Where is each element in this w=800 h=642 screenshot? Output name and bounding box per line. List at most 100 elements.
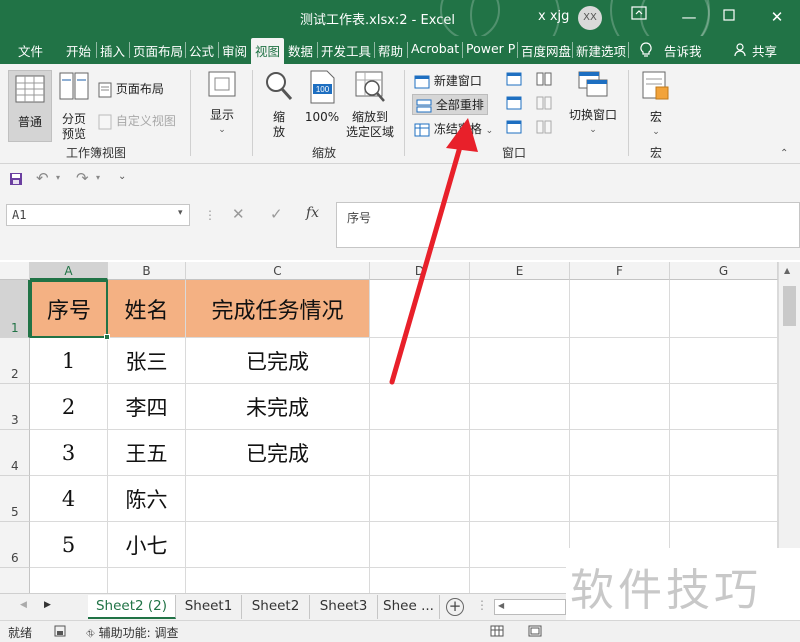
table-cell[interactable]: 李四 (108, 384, 186, 430)
column-header-e[interactable]: E (470, 262, 570, 280)
row-header-3[interactable]: 3 (0, 384, 30, 430)
zoom-to-selection-button[interactable]: 缩放到 选定区域 (342, 70, 398, 142)
table-cell[interactable]: 王五 (108, 430, 186, 476)
switch-windows-button[interactable]: 切换窗口 ⌄ (564, 70, 622, 142)
table-cell[interactable]: 3 (30, 430, 108, 476)
macros-button[interactable]: 宏 ⌄ (636, 70, 676, 142)
tab-view[interactable]: 视图 (251, 38, 285, 64)
scroll-tabs-left-icon[interactable]: ◀ (20, 600, 27, 610)
enter-icon[interactable]: ✓ (270, 205, 283, 223)
customize-qat-icon[interactable]: ⌄ (118, 171, 126, 182)
collapse-ribbon-icon[interactable]: ⌃ (780, 148, 788, 159)
synchronous-scrolling-icon[interactable] (536, 96, 552, 110)
column-header-f[interactable]: F (570, 262, 670, 280)
column-header-b[interactable]: B (108, 262, 186, 280)
table-cell[interactable]: 已完成 (186, 338, 370, 384)
table-cell[interactable]: 未完成 (186, 384, 370, 430)
name-box[interactable]: A1 (6, 204, 190, 226)
name-box-dropdown-icon[interactable]: ▾ (178, 208, 183, 218)
sheet-tab[interactable]: Shee ... (378, 595, 440, 619)
table-cell[interactable]: 1 (30, 338, 108, 384)
tab-baidu-netdisk[interactable]: 百度网盘 (521, 41, 571, 60)
accessibility-status[interactable]: ⛗ 辅助功能: 调查 (86, 624, 179, 641)
tab-acrobat[interactable]: Acrobat (411, 41, 459, 56)
custom-views-button[interactable]: 自定义视图 (98, 112, 176, 130)
row-header-4[interactable]: 4 (0, 430, 30, 476)
sheet-tab[interactable]: Sheet1 (176, 595, 242, 619)
show-button[interactable]: 显示 ⌄ (202, 70, 242, 142)
table-cell[interactable]: 5 (30, 522, 108, 568)
row-header-5[interactable]: 5 (0, 476, 30, 522)
page-break-preview-button[interactable]: 分页 预览 (54, 72, 94, 144)
normal-view-button[interactable]: 普通 (8, 70, 52, 142)
table-cell[interactable]: 2 (30, 384, 108, 430)
insert-function-button[interactable]: fx (306, 205, 319, 221)
reset-window-position-icon[interactable] (536, 120, 552, 134)
view-side-by-side-icon[interactable] (536, 72, 552, 86)
undo-dropdown-icon[interactable]: ▾ (56, 173, 60, 182)
tell-me-box[interactable]: 告诉我 (664, 41, 702, 60)
row-header-2[interactable]: 2 (0, 338, 30, 384)
user-name[interactable]: x xjg (538, 9, 569, 24)
cell-c1[interactable]: 完成任务情况 (186, 280, 370, 338)
new-window-button[interactable]: 新建窗口 (414, 72, 482, 89)
cell-b1[interactable]: 姓名 (108, 280, 186, 338)
horizontal-scrollbar[interactable]: ◀ (494, 599, 566, 615)
page-layout-status-icon[interactable] (528, 625, 542, 637)
avatar[interactable]: XX (578, 6, 602, 30)
fill-handle[interactable] (104, 334, 110, 340)
table-cell[interactable] (30, 568, 108, 593)
save-icon[interactable] (9, 172, 23, 186)
restore-button[interactable] (716, 4, 742, 30)
share-button[interactable]: 共享 (752, 41, 777, 60)
tab-formulas[interactable]: 公式 (189, 41, 214, 60)
normal-view-status-icon[interactable] (490, 625, 504, 637)
arrange-all-button[interactable]: 全部重排 (412, 94, 488, 115)
scroll-up-icon[interactable]: ▲ (784, 266, 790, 275)
ribbon-display-options-icon[interactable] (626, 4, 652, 30)
vertical-scrollbar[interactable]: ▲ (778, 262, 800, 593)
column-header-d[interactable]: D (370, 262, 470, 280)
tab-page-layout[interactable]: 页面布局 (133, 41, 183, 60)
tab-file[interactable]: 文件 (18, 41, 43, 60)
table-cell[interactable]: 4 (30, 476, 108, 522)
table-cell[interactable]: 已完成 (186, 430, 370, 476)
close-button[interactable]: ✕ (764, 4, 790, 30)
zoom-button[interactable]: 缩 放 (260, 70, 298, 142)
sheet-tab[interactable]: Sheet3 (310, 595, 378, 619)
sheet-tab-active[interactable]: Sheet2 (2) (88, 595, 176, 619)
table-cell[interactable]: 张三 (108, 338, 186, 384)
page-layout-view-button[interactable]: 页面布局 (98, 80, 164, 98)
split-grip-icon[interactable]: ⋮ (476, 598, 488, 612)
tab-data[interactable]: 数据 (288, 41, 313, 60)
redo-icon[interactable]: ↷ (76, 169, 89, 187)
formula-input[interactable]: 序号 (336, 202, 800, 248)
select-all-corner[interactable] (0, 262, 30, 280)
tab-power-pivot[interactable]: Power P (466, 41, 515, 56)
zoom-100-button[interactable]: 100 100% (302, 70, 342, 142)
column-header-c[interactable]: C (186, 262, 370, 280)
tab-insert[interactable]: 插入 (100, 41, 125, 60)
column-header-g[interactable]: G (670, 262, 778, 280)
cancel-icon[interactable]: ✕ (232, 205, 245, 223)
table-cell[interactable] (186, 568, 370, 593)
scroll-tabs-right-icon[interactable]: ▶ (44, 600, 51, 610)
split-icon[interactable] (506, 72, 522, 86)
macro-record-icon[interactable] (54, 625, 66, 637)
table-cell[interactable] (186, 522, 370, 568)
table-cell[interactable] (108, 568, 186, 593)
table-cell[interactable]: 陈六 (108, 476, 186, 522)
table-cell[interactable]: 小七 (108, 522, 186, 568)
tab-help[interactable]: 帮助 (378, 41, 403, 60)
tab-home[interactable]: 开始 (66, 41, 91, 60)
hide-window-icon[interactable] (506, 96, 522, 110)
tab-new-options[interactable]: 新建选项 (576, 41, 626, 60)
row-header-1[interactable]: 1 (0, 280, 30, 338)
undo-icon[interactable]: ↶ (36, 169, 49, 187)
sheet-tab[interactable]: Sheet2 (242, 595, 310, 619)
add-sheet-button[interactable]: + (446, 598, 464, 616)
unhide-window-icon[interactable] (506, 120, 522, 134)
tab-developer[interactable]: 开发工具 (321, 41, 371, 60)
scroll-left-icon[interactable]: ◀ (498, 601, 504, 610)
redo-dropdown-icon[interactable]: ▾ (96, 173, 100, 182)
